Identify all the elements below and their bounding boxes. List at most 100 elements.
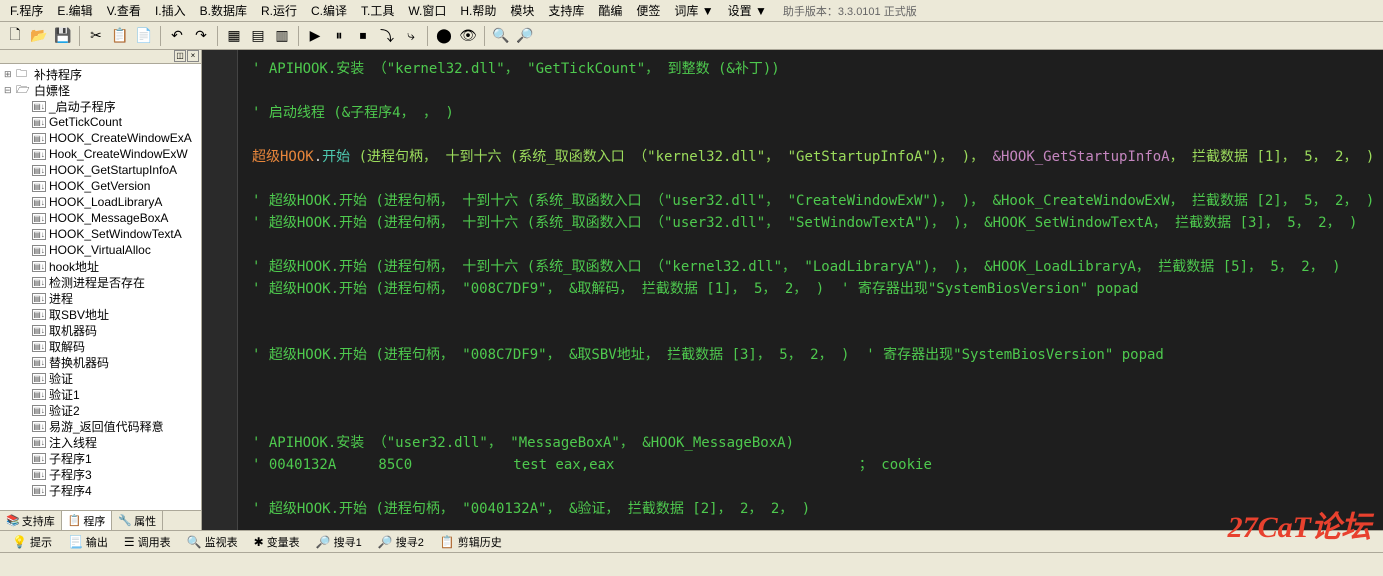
menu-settings[interactable]: 设置 ▼ — [722, 0, 773, 21]
tree-item[interactable]: ▤↓Hook_CreateWindowExW — [0, 146, 201, 162]
menu-window[interactable]: W.窗口 — [402, 0, 452, 21]
menu-support-lib[interactable]: 支持库 — [542, 0, 590, 21]
code-line[interactable] — [252, 366, 1373, 388]
code-line[interactable] — [252, 80, 1373, 102]
tree-item[interactable]: ▤↓验证1 — [0, 386, 201, 402]
pause-icon[interactable]: ⏸ — [328, 25, 350, 47]
step-over-icon[interactable]: ⤵ — [376, 25, 398, 47]
tree-item[interactable]: ▤↓HOOK_GetStartupInfoA — [0, 162, 201, 178]
sidebar-close-icon[interactable]: × — [187, 50, 199, 62]
run-icon[interactable]: ▶ — [304, 25, 326, 47]
tab-hint[interactable]: 💡提示 — [4, 532, 60, 552]
open-icon[interactable]: 📂 — [28, 25, 50, 47]
tab-output[interactable]: 📃输出 — [60, 532, 116, 552]
menu-view[interactable]: V.查看 — [101, 0, 147, 21]
layout3-icon[interactable]: ▥ — [271, 25, 293, 47]
step-into-icon[interactable]: ⤷ — [400, 25, 422, 47]
tree-item[interactable]: ▤↓注入线程 — [0, 434, 201, 450]
tree-item[interactable]: ▤↓验证2 — [0, 402, 201, 418]
stop-icon[interactable]: ⏹ — [352, 25, 374, 47]
copy-icon[interactable]: 📋 — [109, 25, 131, 47]
find-next-icon[interactable]: 🔎 — [514, 25, 536, 47]
menu-run[interactable]: R.运行 — [255, 0, 303, 21]
undo-icon[interactable]: ↶ — [166, 25, 188, 47]
tree-view[interactable]: ⊞ 🗀 补持程序 ⊟ 🗁 白嫖怪 ▤↓_启动子程序▤↓GetTickCount▤… — [0, 64, 201, 510]
tree-item[interactable]: ▤↓hook地址 — [0, 258, 201, 274]
tab-find2[interactable]: 🔎搜寻2 — [370, 532, 432, 552]
layout1-icon[interactable]: ▦ — [223, 25, 245, 47]
code-line[interactable] — [252, 410, 1373, 432]
tree-item[interactable]: ▤↓取解码 — [0, 338, 201, 354]
tab-callstack[interactable]: ☰调用表 — [116, 532, 179, 552]
tab-properties[interactable]: 🔧属性 — [112, 511, 163, 531]
code-line[interactable] — [252, 322, 1373, 344]
code-line[interactable]: ' 超级HOOK.开始 (进程句柄， "008C7DF9"， &取SBV地址， … — [252, 344, 1373, 366]
tree-item[interactable]: ▤↓进程 — [0, 290, 201, 306]
menu-tools[interactable]: T.工具 — [355, 0, 400, 21]
code-line[interactable] — [252, 476, 1373, 498]
code-line[interactable]: ' APIHOOK.安装 （"kernel32.dll"， "GetTickCo… — [252, 58, 1373, 80]
menu-program[interactable]: F.程序 — [4, 0, 49, 21]
tab-support-lib[interactable]: 📚支持库 — [0, 511, 62, 531]
tree-item[interactable]: ▤↓HOOK_MessageBoxA — [0, 210, 201, 226]
menu-help[interactable]: H.帮助 — [454, 0, 502, 21]
tree-item[interactable]: ▤↓易游_返回值代码释意 — [0, 418, 201, 434]
tree-root-main[interactable]: ⊟ 🗁 白嫖怪 — [0, 82, 201, 98]
tree-item[interactable]: ▤↓HOOK_SetWindowTextA — [0, 226, 201, 242]
menu-database[interactable]: B.数据库 — [194, 0, 253, 21]
menu-cool-edit[interactable]: 酷编 — [592, 0, 628, 21]
tree-item[interactable]: ▤↓取机器码 — [0, 322, 201, 338]
code-line[interactable]: ' 超级HOOK.开始 (进程句柄， "0040132A"， &验证， 拦截数据… — [252, 498, 1373, 520]
code-editor[interactable]: ' APIHOOK.安装 （"kernel32.dll"， "GetTickCo… — [202, 50, 1383, 530]
menu-edit[interactable]: E.编辑 — [51, 0, 98, 21]
code-line[interactable]: ' 启动线程 (&子程序4， ， ) — [252, 102, 1373, 124]
new-icon[interactable]: 🗋 — [4, 25, 26, 47]
code-line[interactable] — [252, 124, 1373, 146]
code-area[interactable]: ' APIHOOK.安装 （"kernel32.dll"， "GetTickCo… — [242, 50, 1383, 528]
tree-item[interactable]: ▤↓GetTickCount — [0, 114, 201, 130]
menu-notes[interactable]: 便签 — [630, 0, 666, 21]
cut-icon[interactable]: ✂ — [85, 25, 107, 47]
tab-clip[interactable]: 📋剪辑历史 — [432, 532, 510, 552]
code-line[interactable] — [252, 300, 1373, 322]
menu-compile[interactable]: C.编译 — [305, 0, 353, 21]
code-line[interactable] — [252, 388, 1373, 410]
code-line[interactable]: ' 超级HOOK.开始 (进程句柄， 十到十六 (系统_取函数入口 （"user… — [252, 190, 1373, 212]
watch-icon[interactable]: 👁 — [457, 25, 479, 47]
tree-item[interactable]: ▤↓HOOK_GetVersion — [0, 178, 201, 194]
tree-item[interactable]: ▤↓子程序3 — [0, 466, 201, 482]
code-line[interactable] — [252, 234, 1373, 256]
tree-item[interactable]: ▤↓替换机器码 — [0, 354, 201, 370]
tree-item[interactable]: ▤↓取SBV地址 — [0, 306, 201, 322]
tree-item[interactable]: ▤↓子程序1 — [0, 450, 201, 466]
tree-item[interactable]: ▤↓HOOK_VirtualAlloc — [0, 242, 201, 258]
code-line[interactable]: ' 超级HOOK.开始 (进程句柄， "008C7DF9"， &取解码， 拦截数… — [252, 278, 1373, 300]
menu-dict[interactable]: 词库 ▼ — [668, 0, 719, 21]
code-line[interactable]: 超级HOOK.开始 (进程句柄， 十到十六 (系统_取函数入口 （"kernel… — [252, 146, 1373, 168]
layout2-icon[interactable]: ▤ — [247, 25, 269, 47]
code-line[interactable] — [252, 168, 1373, 190]
tab-vars[interactable]: ✱变量表 — [246, 532, 308, 552]
expand-icon[interactable]: ⊞ — [4, 69, 16, 80]
tree-item[interactable]: ▤↓子程序4 — [0, 482, 201, 498]
code-line[interactable]: ' 超级HOOK.开始 (进程句柄， 十到十六 (系统_取函数入口 （"user… — [252, 212, 1373, 234]
code-line[interactable]: ' 0040132A 85C0 test eax,eax ； cookie — [252, 454, 1373, 476]
save-icon[interactable]: 💾 — [52, 25, 74, 47]
code-line[interactable]: ' APIHOOK.安装 （"user32.dll"， "MessageBoxA… — [252, 432, 1373, 454]
tree-item[interactable]: ▤↓HOOK_LoadLibraryA — [0, 194, 201, 210]
tree-item[interactable]: ▤↓验证 — [0, 370, 201, 386]
code-line[interactable]: ' 超级HOOK.开始 (进程句柄， 十到十六 (系统_取函数入口 （"kern… — [252, 256, 1373, 278]
find-icon[interactable]: 🔍 — [490, 25, 512, 47]
tree-item[interactable]: ▤↓HOOK_CreateWindowExA — [0, 130, 201, 146]
tree-item[interactable]: ▤↓_启动子程序 — [0, 98, 201, 114]
tab-find1[interactable]: 🔎搜寻1 — [308, 532, 370, 552]
menu-insert[interactable]: I.插入 — [149, 0, 192, 21]
paste-icon[interactable]: 📄 — [133, 25, 155, 47]
redo-icon[interactable]: ↷ — [190, 25, 212, 47]
breakpoint-icon[interactable]: ⬤ — [433, 25, 455, 47]
sidebar-pin-icon[interactable]: ◫ — [174, 50, 186, 62]
collapse-icon[interactable]: ⊟ — [4, 85, 16, 96]
tab-watch[interactable]: 🔍监视表 — [179, 532, 246, 552]
tree-item[interactable]: ▤↓检测进程是否存在 — [0, 274, 201, 290]
menu-module[interactable]: 模块 — [504, 0, 540, 21]
